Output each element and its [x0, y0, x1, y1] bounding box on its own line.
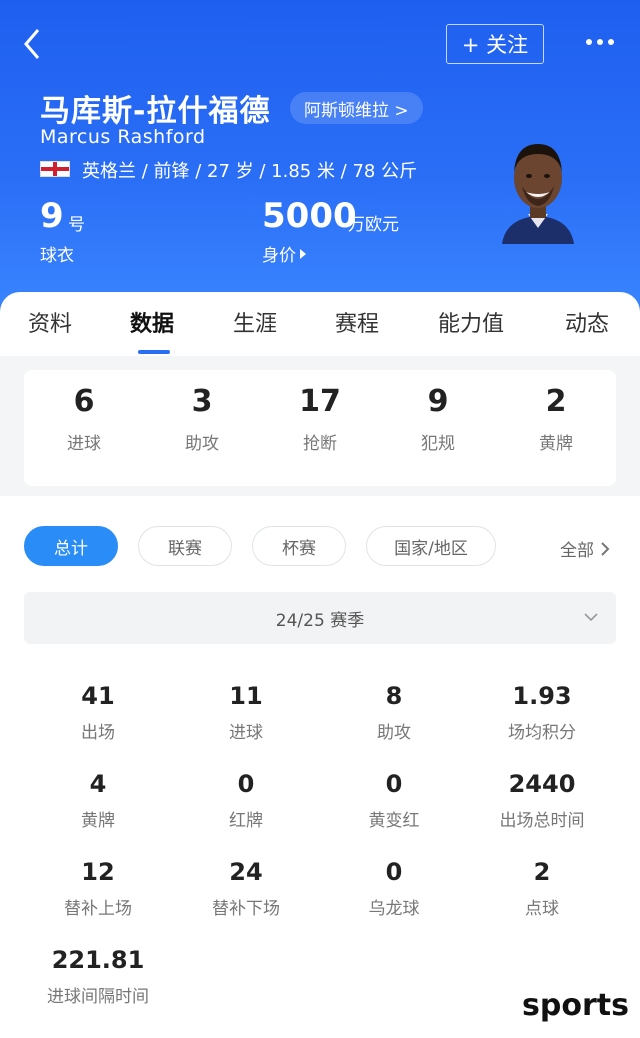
filter-league[interactable]: 联赛 — [138, 526, 232, 566]
summary-value: 17 — [299, 384, 341, 419]
stat-value: 11 — [229, 682, 263, 710]
player-name: 马库斯-拉什福德 — [40, 94, 271, 129]
stat-value: 41 — [81, 682, 115, 710]
summary-label: 抢断 — [303, 434, 337, 454]
filter-all-link[interactable]: 全部 — [560, 536, 610, 561]
club-link[interactable]: 阿斯顿维拉 > — [290, 92, 423, 124]
market-value-link[interactable]: 身价 — [262, 241, 306, 266]
stat-label: 出场 — [81, 723, 115, 743]
market-value-label: 身价 — [262, 246, 296, 266]
stat-value: 221.81 — [51, 946, 145, 974]
tab-profile[interactable]: 资料 — [28, 306, 72, 338]
summary-label: 进球 — [67, 434, 101, 454]
stat-second-yellow: 0 黄变红 — [320, 770, 468, 831]
stats-panel: 资料 数据 生涯 赛程 能力值 动态 6 进球 3 助攻 17 抢断 9 犯规 … — [0, 292, 640, 1038]
stat-label: 助攻 — [377, 723, 411, 743]
chevron-left-icon — [24, 29, 40, 59]
filter-all-label: 全部 — [560, 541, 594, 561]
jersey-number: 9 — [40, 196, 64, 236]
tab-data[interactable]: 数据 — [130, 306, 174, 338]
summary-yellow-cards: 2 黄牌 — [506, 384, 606, 454]
filter-bar: 总计 联赛 杯赛 国家/地区 全部 — [0, 526, 640, 566]
more-options-icon[interactable] — [580, 30, 620, 54]
summary-value: 2 — [545, 384, 567, 419]
stat-goals: 11 进球 — [172, 682, 320, 743]
tab-news[interactable]: 动态 — [565, 306, 609, 338]
player-meta: 英格兰 / 前锋 / 27 岁 / 1.85 米 / 78 公斤 — [82, 161, 418, 182]
stat-red-cards: 0 红牌 — [172, 770, 320, 831]
jersey-label: 球衣 — [40, 246, 74, 266]
back-button[interactable] — [18, 24, 50, 64]
summary-goals: 6 进球 — [34, 384, 134, 454]
stat-label: 替补上场 — [64, 899, 132, 919]
tab-bar: 资料 数据 生涯 赛程 能力值 动态 — [0, 292, 640, 356]
season-label: 24/25 赛季 — [275, 610, 365, 631]
filter-total[interactable]: 总计 — [24, 526, 118, 566]
tab-career[interactable]: 生涯 — [233, 306, 277, 338]
market-value: 5000 — [262, 196, 357, 236]
stat-label: 黄牌 — [81, 811, 115, 831]
market-value-unit: 万欧元 — [348, 215, 399, 235]
summary-tackles: 17 抢断 — [270, 384, 370, 454]
stat-value: 8 — [385, 682, 403, 710]
player-avatar — [502, 144, 574, 244]
stat-label: 黄变红 — [368, 811, 420, 831]
stat-value: 12 — [81, 858, 115, 886]
tab-schedule[interactable]: 赛程 — [335, 306, 379, 338]
filter-national[interactable]: 国家/地区 — [366, 526, 496, 566]
summary-card: 6 进球 3 助攻 17 抢断 9 犯规 2 黄牌 — [24, 370, 616, 486]
stat-avg-points: 1.93 场均积分 — [468, 682, 616, 743]
stat-assists: 8 助攻 — [320, 682, 468, 743]
stat-label: 进球间隔时间 — [47, 987, 149, 1007]
stat-value: 4 — [89, 770, 107, 798]
stat-appearances: 41 出场 — [24, 682, 172, 743]
stat-value: 1.93 — [512, 682, 572, 710]
player-name-en: Marcus Rashford — [40, 126, 206, 148]
sports-watermark: sports — [522, 988, 629, 1023]
stat-label: 红牌 — [229, 811, 263, 831]
summary-fouls: 9 犯规 — [388, 384, 488, 454]
stat-yellow-cards: 4 黄牌 — [24, 770, 172, 831]
summary-label: 助攻 — [185, 434, 219, 454]
follow-button[interactable]: + 关注 — [446, 24, 544, 64]
summary-label: 黄牌 — [539, 434, 573, 454]
player-header: + 关注 马库斯-拉什福德 阿斯顿维拉 > Marcus Rashford 英格… — [0, 0, 640, 320]
stat-sub-on: 12 替补上场 — [24, 858, 172, 919]
stat-label: 乌龙球 — [368, 899, 420, 919]
stat-value: 2440 — [508, 770, 576, 798]
stat-label: 场均积分 — [508, 723, 576, 743]
stat-goal-interval: 221.81 进球间隔时间 — [24, 946, 172, 1007]
summary-value: 6 — [73, 384, 95, 419]
jersey-unit: 号 — [68, 215, 85, 235]
summary-value: 9 — [427, 384, 449, 419]
summary-assists: 3 助攻 — [152, 384, 252, 454]
stat-label: 点球 — [525, 899, 559, 919]
stat-value: 24 — [229, 858, 263, 886]
chevron-down-icon — [584, 613, 598, 622]
stat-minutes-played: 2440 出场总时间 — [468, 770, 616, 831]
filter-cup[interactable]: 杯赛 — [252, 526, 346, 566]
summary-value: 3 — [191, 384, 213, 419]
active-tab-indicator — [138, 350, 170, 354]
stat-label: 替补下场 — [212, 899, 280, 919]
stat-value: 2 — [533, 858, 551, 886]
stat-value: 0 — [385, 858, 403, 886]
stat-label: 进球 — [229, 723, 263, 743]
england-flag-icon — [40, 161, 70, 177]
stat-value: 0 — [237, 770, 255, 798]
stat-value: 0 — [385, 770, 403, 798]
summary-label: 犯规 — [421, 434, 455, 454]
season-selector[interactable]: 24/25 赛季 — [24, 592, 616, 644]
chevron-right-icon — [601, 541, 610, 556]
stat-label: 出场总时间 — [499, 811, 585, 831]
triangle-right-icon — [300, 248, 306, 259]
stat-penalties: 2 点球 — [468, 858, 616, 919]
tab-ability[interactable]: 能力值 — [438, 306, 504, 338]
stat-sub-off: 24 替补下场 — [172, 858, 320, 919]
stat-own-goals: 0 乌龙球 — [320, 858, 468, 919]
